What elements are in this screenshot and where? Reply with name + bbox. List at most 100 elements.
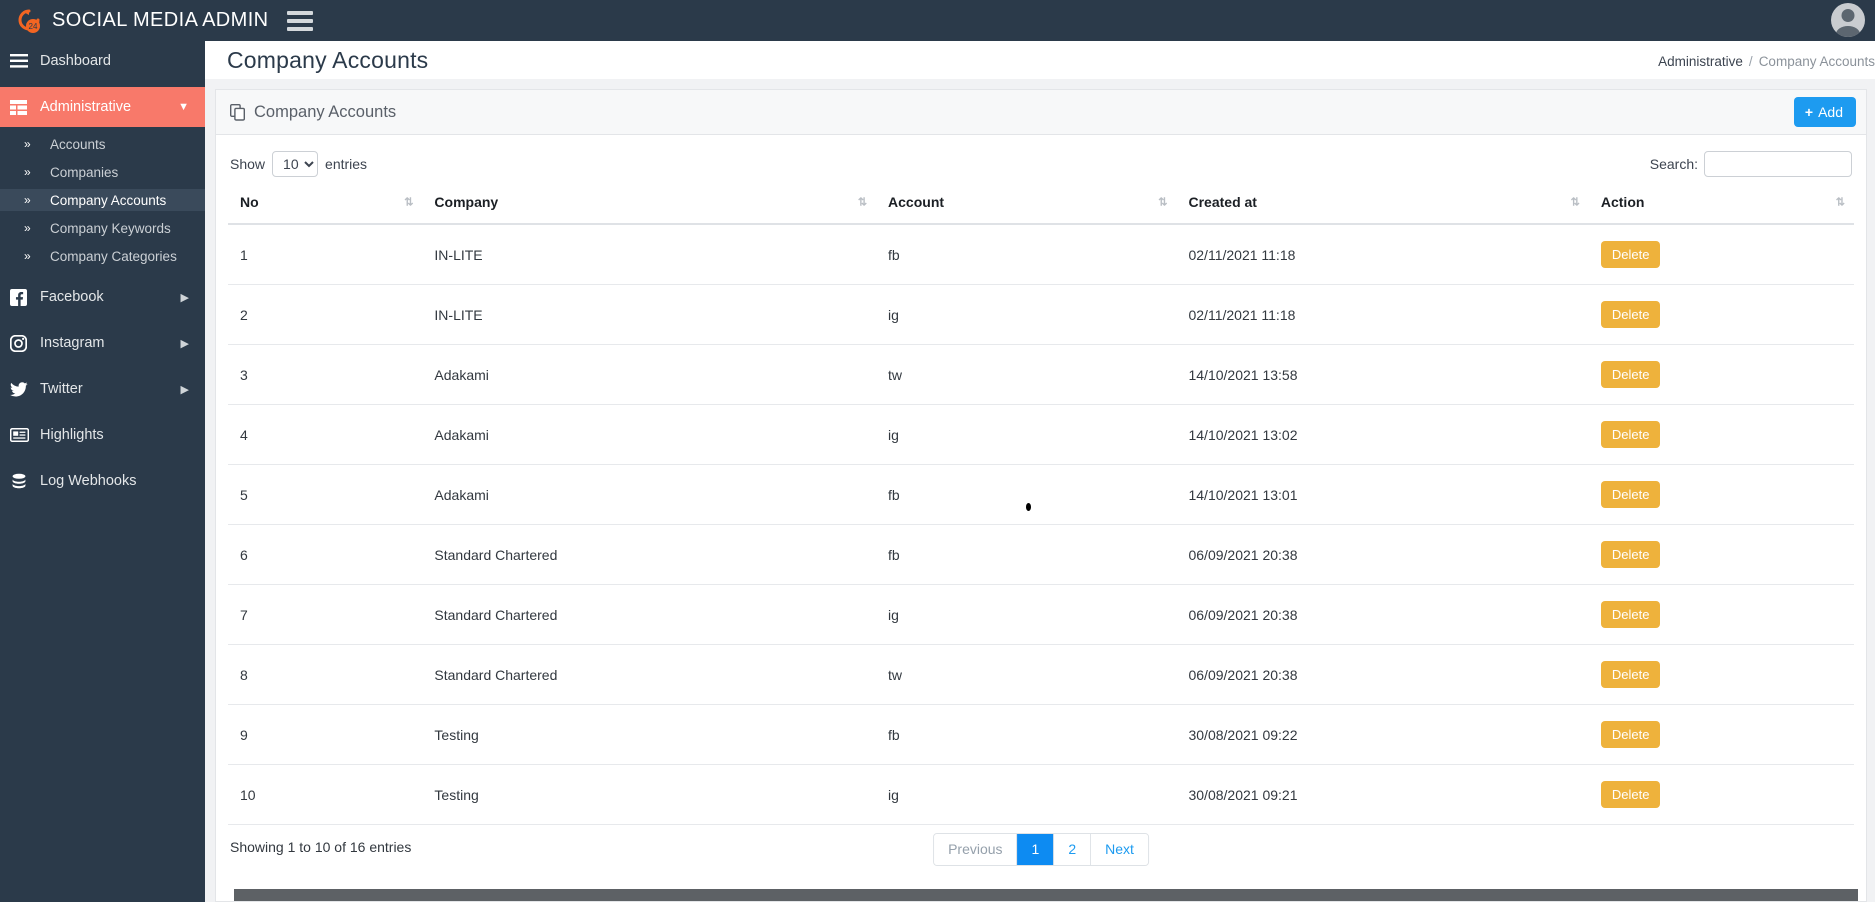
avatar[interactable] [1831,3,1865,37]
double-chevron-right-icon: » [24,221,31,235]
sidebar-subitem-label: Company Keywords [50,220,171,236]
sidebar-item-companies[interactable]: » Companies [0,161,205,183]
pagination-previous[interactable]: Previous [934,834,1018,865]
cell-created-at: 02/11/2021 11:18 [1176,284,1589,345]
content-area: Company Accounts + Add Show 10 25 50 [205,79,1875,902]
breadcrumb-current: Company Accounts [1758,54,1875,69]
sidebar-item-instagram[interactable]: Instagram ▶ [0,323,205,363]
sidebar-item-company-keywords[interactable]: » Company Keywords [0,217,205,239]
card-header: Company Accounts + Add [216,90,1866,135]
column-header-account[interactable]: Account ⇅ [876,181,1177,225]
delete-button[interactable]: Delete [1600,301,1661,328]
cell-no: 5 [228,464,423,525]
table-body: 1 IN-LITE fb 02/11/2021 11:18 Delete 2 I… [228,224,1854,825]
cell-no: 6 [228,524,423,585]
double-chevron-right-icon: » [24,249,31,263]
cell-created-at: 14/10/2021 13:01 [1176,464,1589,525]
database-stack-icon [10,473,40,489]
sidebar-item-highlights[interactable]: Highlights [0,415,205,455]
cell-action: Delete [1588,704,1854,765]
sidebar-item-administrative[interactable]: Administrative ▼ [0,87,205,127]
cell-created-at: 30/08/2021 09:22 [1176,704,1589,765]
pagination-next[interactable]: Next [1091,834,1148,865]
cell-company: Standard Chartered [422,524,877,585]
delete-button[interactable]: Delete [1600,661,1661,688]
entries-label: entries [325,156,368,172]
main-content: Company Accounts Administrative / Compan… [205,41,1875,902]
card-title: Company Accounts [254,102,397,121]
column-header-no[interactable]: No ⇅ [228,181,423,225]
sidebar-item-company-accounts[interactable]: » Company Accounts [0,189,205,211]
sidebar-item-facebook[interactable]: Facebook ▶ [0,277,205,317]
cell-action: Delete [1588,284,1854,345]
sidebar-item-twitter[interactable]: Twitter ▶ [0,369,205,409]
cell-created-at: 06/09/2021 20:38 [1176,584,1589,645]
cell-no: 1 [228,224,423,285]
cell-company: IN-LITE [422,224,877,285]
cell-action: Delete [1588,404,1854,465]
sidebar-item-company-categories[interactable]: » Company Categories [0,245,205,267]
page-title: Company Accounts [227,46,429,73]
article-list-icon [10,428,40,442]
sidebar-item-label: Highlights [40,427,104,443]
column-label: Action [1600,194,1645,210]
chevron-right-icon: ▶ [180,291,189,304]
sidebar-item-label: Administrative [40,99,132,115]
sidebar-subitem-label: Companies [50,164,119,180]
sort-updown-icon: ⇅ [1158,196,1167,209]
column-header-company[interactable]: Company ⇅ [422,181,877,225]
clock-24-icon: 24 [8,8,50,34]
pagination-page-2[interactable]: 2 [1054,834,1092,865]
table-row: 1 IN-LITE fb 02/11/2021 11:18 Delete [228,224,1854,285]
delete-button[interactable]: Delete [1600,421,1661,448]
cell-account: tw [876,344,1177,405]
company-accounts-card: Company Accounts + Add Show 10 25 50 [215,89,1867,902]
user-avatar-icon [1841,9,1855,22]
sidebar-item-dashboard[interactable]: Dashboard [0,41,205,81]
search-input[interactable] [1704,151,1852,177]
sort-updown-icon: ⇅ [1835,196,1845,209]
sidebar-subitem-label: Company Categories [50,248,177,264]
card-body: Show 10 25 50 100 entries Search: [216,135,1866,866]
cell-account: ig [876,404,1177,465]
mouse-cursor [1026,503,1031,511]
table-row: 4 Adakami ig 14/10/2021 13:02 Delete [228,404,1854,465]
column-label: Account [888,194,945,210]
sidebar-toggle-button[interactable] [286,10,313,32]
search-filter: Search: [1650,151,1852,177]
delete-button[interactable]: Delete [1600,361,1661,388]
delete-button[interactable]: Delete [1600,781,1661,808]
sidebar-subitem-label: Accounts [50,136,106,152]
table-row: 7 Standard Chartered ig 06/09/2021 20:38… [228,584,1854,645]
entries-select[interactable]: 10 25 50 100 [272,151,319,177]
sort-updown-icon: ⇅ [857,196,867,209]
horizontal-scrollbar[interactable] [234,889,1858,901]
cell-no: 3 [228,344,423,405]
show-label: Show [230,156,266,172]
breadcrumb-separator: / [1748,54,1753,69]
delete-button[interactable]: Delete [1600,241,1661,268]
cell-no: 9 [228,704,423,765]
delete-button[interactable]: Delete [1600,481,1661,508]
cell-account: tw [876,644,1177,705]
sidebar-item-accounts[interactable]: » Accounts [0,133,205,155]
cell-company: Adakami [422,404,877,465]
entries-info: Showing 1 to 10 of 16 entries [230,839,412,855]
pagination: Previous 1 2 Next [933,833,1149,866]
column-header-action[interactable]: Action ⇅ [1588,181,1854,225]
add-button[interactable]: + Add [1793,97,1856,127]
breadcrumb-parent[interactable]: Administrative [1658,54,1743,69]
pagination-page-1[interactable]: 1 [1017,834,1055,865]
delete-button[interactable]: Delete [1600,601,1661,628]
chevron-down-icon: ▼ [178,101,189,113]
cell-no: 4 [228,404,423,465]
hamburger-icon [286,26,313,31]
plus-icon: + [1804,104,1814,120]
delete-button[interactable]: Delete [1600,721,1661,748]
double-chevron-right-icon: » [24,193,31,207]
sidebar-item-log-webhooks[interactable]: Log Webhooks [0,461,205,501]
hamburger-icon [10,54,40,68]
column-header-created-at[interactable]: Created at ⇅ [1176,181,1589,225]
cell-no: 8 [228,644,423,705]
delete-button[interactable]: Delete [1600,541,1661,568]
